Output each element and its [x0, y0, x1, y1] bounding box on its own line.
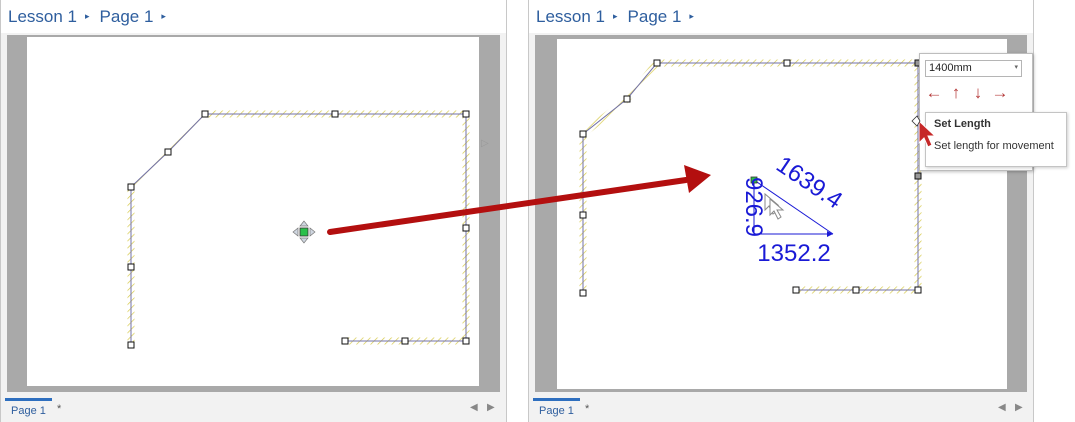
length-value: 1400mm	[929, 62, 972, 74]
nav-next-icon[interactable]: ▶	[487, 402, 495, 413]
unsaved-indicator: *	[585, 403, 590, 415]
left-editor-pane: Lesson 1 ▸ Page 1 ▸ ▷ Page 1 * ◀ ▶	[0, 0, 507, 422]
move-handle-icon[interactable]	[292, 220, 316, 244]
chevron-down-icon[interactable]: ▾	[1014, 63, 1018, 71]
dimension-vertical-label: 926.9	[740, 177, 767, 237]
page-tab[interactable]: Page 1	[533, 398, 580, 420]
breadcrumb-lesson[interactable]: Lesson 1	[536, 7, 605, 27]
nav-prev-icon[interactable]: ◀	[470, 402, 478, 413]
wall-vertices[interactable]	[127, 110, 470, 349]
breadcrumb: Lesson 1 ▸ Page 1 ▸	[529, 0, 1033, 33]
page-tab[interactable]: Page 1	[5, 398, 52, 420]
page-paper[interactable]	[27, 37, 479, 386]
unsaved-indicator: *	[57, 403, 62, 415]
nav-next-icon[interactable]: ▶	[1015, 402, 1023, 413]
page-tab-bar: Page 1 * ◀ ▶	[1, 396, 506, 422]
breadcrumb-separator-icon[interactable]: ▸	[689, 11, 694, 22]
wall-centerline	[130, 113, 467, 345]
breadcrumb-page[interactable]: Page 1	[628, 7, 682, 27]
nav-prev-icon[interactable]: ◀	[998, 402, 1006, 413]
arrow-down-icon[interactable]: ↓	[969, 84, 987, 102]
breadcrumb-separator-icon[interactable]: ▸	[613, 11, 618, 22]
breadcrumb: Lesson 1 ▸ Page 1 ▸	[1, 0, 506, 33]
floor-plan-walls[interactable]	[27, 37, 479, 386]
page-tab-bar: Page 1 * ◀ ▶	[529, 396, 1033, 422]
wall-band[interactable]	[127, 110, 470, 345]
direction-buttons: ← ↑ ↓ →	[925, 84, 1009, 102]
breadcrumb-page[interactable]: Page 1	[100, 7, 154, 27]
dimension-horizontal-label: 1352.2	[757, 240, 830, 267]
scroll-hint-icon: ▷	[481, 138, 489, 149]
breadcrumb-lesson[interactable]: Lesson 1	[8, 7, 77, 27]
dimension-diagonal-label: 1639.4	[771, 151, 847, 214]
breadcrumb-separator-icon[interactable]: ▸	[85, 11, 90, 22]
drawing-canvas[interactable]: ▷	[7, 35, 500, 392]
tooltip-title: Set Length	[934, 118, 991, 130]
tooltip-description: Set length for movement	[934, 140, 1054, 152]
length-dropdown[interactable]: 1400mm ▾	[925, 60, 1022, 77]
arrow-up-icon[interactable]: ↑	[947, 84, 965, 102]
arrow-left-icon[interactable]: ←	[925, 84, 943, 102]
set-length-tooltip: Set Length Set length for movement	[925, 112, 1067, 167]
breadcrumb-separator-icon[interactable]: ▸	[161, 11, 166, 22]
arrow-right-icon[interactable]: →	[991, 84, 1009, 102]
